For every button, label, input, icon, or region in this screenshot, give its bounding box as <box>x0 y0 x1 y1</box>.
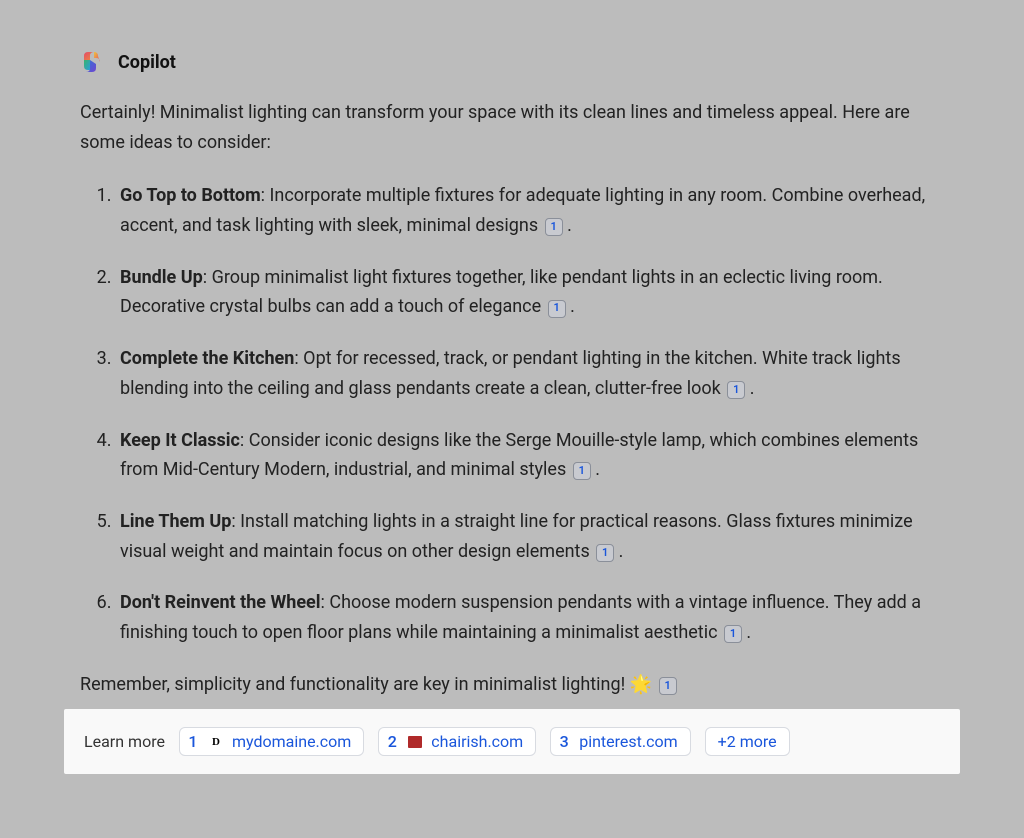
more-sources-button[interactable]: +2 more <box>705 727 790 756</box>
response-body: Certainly! Minimalist lighting can trans… <box>80 98 944 699</box>
intro-text: Certainly! Minimalist lighting can trans… <box>80 98 944 157</box>
source-domain: pinterest.com <box>579 732 677 751</box>
citation-badge[interactable]: 1 <box>727 381 745 399</box>
source-chip[interactable]: 3 pinterest.com <box>550 727 690 756</box>
favicon-icon <box>407 734 423 750</box>
response-header: Copilot <box>80 50 944 74</box>
source-chip[interactable]: 2 chairish.com <box>378 727 536 756</box>
sparkle-icon: 🌟 <box>630 670 652 700</box>
tip-title: Line Them Up <box>120 511 231 532</box>
copilot-logo-icon <box>80 50 104 74</box>
citation-badge[interactable]: 1 <box>596 544 614 562</box>
citation-badge[interactable]: 1 <box>545 218 563 236</box>
tip-title: Bundle Up <box>120 267 203 288</box>
source-number: 1 <box>186 732 200 751</box>
learn-more-bar: Learn more 1 D mydomaine.com 2 chairish.… <box>64 709 960 774</box>
assistant-name: Copilot <box>118 52 176 73</box>
tip-text: : Install matching lights in a straight … <box>120 511 913 562</box>
more-sources-label: +2 more <box>718 732 777 751</box>
source-domain: chairish.com <box>431 732 523 751</box>
tip-title: Go Top to Bottom <box>120 185 261 206</box>
list-item: Bundle Up: Group minimalist light fixtur… <box>116 263 944 322</box>
tip-title: Don't Reinvent the Wheel <box>120 592 321 613</box>
citation-badge[interactable]: 1 <box>724 625 742 643</box>
list-item: Go Top to Bottom: Incorporate multiple f… <box>116 181 944 240</box>
favicon-icon: D <box>208 734 224 750</box>
learn-more-label: Learn more <box>84 732 165 751</box>
closing-text: Remember, simplicity and functionality a… <box>80 670 944 700</box>
tips-list: Go Top to Bottom: Incorporate multiple f… <box>80 181 944 647</box>
chat-response-card: Copilot Certainly! Minimalist lighting c… <box>0 0 1024 699</box>
citation-badge[interactable]: 1 <box>548 300 566 318</box>
list-item: Keep It Classic: Consider iconic designs… <box>116 426 944 485</box>
list-item: Line Them Up: Install matching lights in… <box>116 507 944 566</box>
source-number: 3 <box>557 732 571 751</box>
citation-badge[interactable]: 1 <box>573 462 591 480</box>
tip-title: Keep It Classic <box>120 430 240 451</box>
tip-text: : Group minimalist light fixtures togeth… <box>120 267 883 318</box>
source-chip[interactable]: 1 D mydomaine.com <box>179 727 364 756</box>
source-domain: mydomaine.com <box>232 732 351 751</box>
citation-badge[interactable]: 1 <box>659 677 677 695</box>
list-item: Complete the Kitchen: Opt for recessed, … <box>116 344 944 403</box>
tip-text: : Consider iconic designs like the Serge… <box>120 430 918 481</box>
list-item: Don't Reinvent the Wheel: Choose modern … <box>116 588 944 647</box>
source-number: 2 <box>385 732 399 751</box>
closing-text-span: Remember, simplicity and functionality a… <box>80 674 630 695</box>
tip-title: Complete the Kitchen <box>120 348 294 369</box>
